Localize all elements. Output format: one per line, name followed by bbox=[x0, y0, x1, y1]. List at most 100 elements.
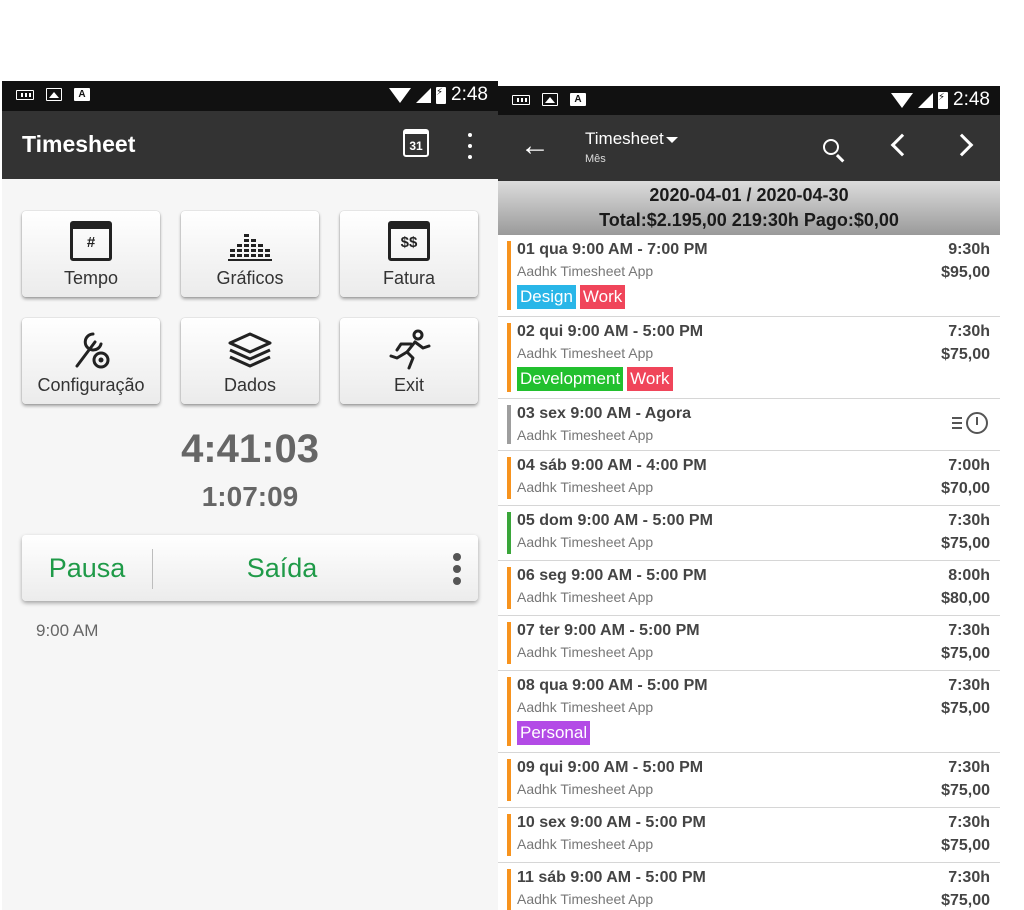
overflow-menu-icon[interactable] bbox=[462, 133, 478, 159]
period-selector[interactable]: Timesheet bbox=[585, 129, 678, 149]
graficos-button[interactable]: Gráficos bbox=[181, 211, 319, 297]
running-stopwatch-icon[interactable] bbox=[952, 410, 990, 436]
entry-row[interactable]: 03 sex 9:00 AM - Agora Aadhk Timesheet Ap… bbox=[498, 399, 1000, 451]
entry-date-time: 07 ter 9:00 AM - 5:00 PM bbox=[517, 622, 700, 639]
app-bar: Timesheet 31 bbox=[2, 111, 498, 179]
punch-action-bar: Pausa Saída bbox=[22, 535, 478, 601]
entry-row[interactable]: 06 seg 9:00 AM - 5:00 PM Aadhk Timesheet … bbox=[498, 561, 1000, 616]
project-color-bar bbox=[507, 567, 511, 609]
status-bar: A 2:48 bbox=[498, 86, 1000, 115]
entry-hours: 9:30h bbox=[948, 241, 990, 258]
wifi-icon bbox=[891, 92, 914, 108]
calendar-icon[interactable]: 31 bbox=[403, 129, 429, 157]
pause-button[interactable]: Pausa bbox=[22, 553, 152, 584]
app-bar: ← Timesheet Mês bbox=[498, 115, 1000, 181]
entry-amount: $95,00 bbox=[941, 264, 990, 281]
elapsed-timer: 4:41:03 bbox=[181, 427, 319, 471]
project-color-bar bbox=[507, 241, 511, 310]
period-label: Mês bbox=[585, 153, 606, 165]
entry-list: 01 qua 9:00 AM - 7:00 PM Aadhk Timesheet … bbox=[498, 235, 1000, 910]
period-summary: 2020-04-01 / 2020-04-30 Total:$2.195,00 … bbox=[498, 181, 1000, 235]
entry-amount: $75,00 bbox=[941, 346, 990, 363]
entry-client: Aadhk Timesheet App bbox=[517, 479, 654, 495]
calendar-grid-icon: # bbox=[70, 221, 112, 261]
entry-row[interactable]: 07 ter 9:00 AM - 5:00 PM Aadhk Timesheet … bbox=[498, 616, 1000, 671]
signal-icon bbox=[918, 92, 934, 108]
exit-button[interactable]: Exit bbox=[340, 318, 478, 404]
totals: Total:$2.195,00 219:30h Pago:$0,00 bbox=[599, 210, 899, 230]
timesheet-list-screen: A 2:48 ← Timesheet Mês 2020-04-01 / 2020… bbox=[498, 86, 1000, 910]
search-icon[interactable] bbox=[823, 139, 839, 155]
entry-client: Aadhk Timesheet App bbox=[517, 263, 654, 279]
tile-label: Tempo bbox=[63, 268, 119, 288]
project-color-bar bbox=[507, 814, 511, 856]
entry-row[interactable]: 09 qui 9:00 AM - 5:00 PM Aadhk Timesheet … bbox=[498, 753, 1000, 808]
entry-row[interactable]: 01 qua 9:00 AM - 7:00 PM Aadhk Timesheet … bbox=[498, 235, 1000, 317]
dados-button[interactable]: Dados bbox=[181, 318, 319, 404]
main-screen: A 2:48 Timesheet 31 # Tempo bbox=[2, 81, 498, 910]
entry-client: Aadhk Timesheet App bbox=[517, 891, 654, 907]
entry-client: Aadhk Timesheet App bbox=[517, 836, 654, 852]
dropdown-caret-icon bbox=[665, 136, 678, 143]
entry-hours: 7:30h bbox=[948, 622, 990, 639]
entry-amount: $70,00 bbox=[941, 480, 990, 497]
entry-date-time: 11 sáb 9:00 AM - 5:00 PM bbox=[517, 869, 706, 886]
entry-row[interactable]: 08 qua 9:00 AM - 5:00 PM Aadhk Timesheet … bbox=[498, 671, 1000, 753]
project-color-bar bbox=[507, 323, 511, 392]
battery-charging-icon bbox=[436, 86, 447, 104]
entry-amount: $75,00 bbox=[941, 645, 990, 662]
chevron-right-icon[interactable] bbox=[950, 133, 974, 157]
back-arrow-icon[interactable]: ← bbox=[520, 129, 550, 163]
tile-label: Fatura bbox=[382, 268, 436, 288]
tag-badge: Personal bbox=[517, 721, 591, 745]
entry-hours: 7:30h bbox=[948, 512, 990, 529]
date-range: 2020-04-01 / 2020-04-30 bbox=[649, 185, 849, 205]
chevron-left-icon[interactable] bbox=[890, 133, 914, 157]
clock-out-button[interactable]: Saída bbox=[153, 553, 411, 584]
tempo-button[interactable]: # Tempo bbox=[22, 211, 160, 297]
signal-icon bbox=[416, 87, 432, 103]
layers-icon bbox=[228, 332, 272, 368]
entry-client: Aadhk Timesheet App bbox=[517, 699, 654, 715]
tag-badge: Work bbox=[579, 285, 626, 309]
entry-row[interactable]: 11 sáb 9:00 AM - 5:00 PM Aadhk Timesheet … bbox=[498, 863, 1000, 910]
keyboard-icon bbox=[16, 89, 34, 100]
app-title: Timesheet bbox=[585, 129, 664, 148]
tag-badge: Work bbox=[627, 367, 673, 391]
entry-date-time: 06 seg 9:00 AM - 5:00 PM bbox=[517, 567, 707, 584]
tile-label: Gráficos bbox=[216, 268, 284, 288]
calendar-dollar-icon: $$ bbox=[388, 221, 430, 261]
entry-row[interactable]: 10 sex 9:00 AM - 5:00 PM Aadhk Timesheet … bbox=[498, 808, 1000, 863]
entry-hours: 7:00h bbox=[948, 457, 990, 474]
entry-date-time: 01 qua 9:00 AM - 7:00 PM bbox=[517, 241, 708, 258]
battery-charging-icon bbox=[938, 91, 949, 109]
fatura-button[interactable]: $$ Fatura bbox=[340, 211, 478, 297]
entry-row[interactable]: 02 qui 9:00 AM - 5:00 PM Aadhk Timesheet … bbox=[498, 317, 1000, 399]
wrench-gear-icon bbox=[75, 332, 110, 369]
app-title: Timesheet bbox=[22, 131, 136, 157]
entry-hours: 7:30h bbox=[948, 759, 990, 776]
entry-hours: 7:30h bbox=[948, 677, 990, 694]
configuracao-button[interactable]: Configuração bbox=[22, 318, 160, 404]
entry-date-time: 03 sex 9:00 AM - Agora bbox=[517, 405, 691, 422]
entry-client: Aadhk Timesheet App bbox=[517, 345, 654, 361]
project-color-bar bbox=[507, 869, 511, 910]
project-color-bar bbox=[507, 405, 511, 444]
entry-client: Aadhk Timesheet App bbox=[517, 644, 654, 660]
entry-client: Aadhk Timesheet App bbox=[517, 427, 654, 443]
tag-list: Personal bbox=[517, 721, 591, 745]
image-icon bbox=[542, 93, 558, 106]
tile-label: Dados bbox=[223, 375, 277, 395]
status-time: 2:48 bbox=[953, 89, 990, 110]
keyboard-icon bbox=[512, 94, 530, 105]
entry-amount: $75,00 bbox=[941, 535, 990, 552]
entry-date-time: 08 qua 9:00 AM - 5:00 PM bbox=[517, 677, 708, 694]
entry-client: Aadhk Timesheet App bbox=[517, 781, 654, 797]
entry-row[interactable]: 05 dom 9:00 AM - 5:00 PM Aadhk Timesheet … bbox=[498, 506, 1000, 561]
entry-date-time: 09 qui 9:00 AM - 5:00 PM bbox=[517, 759, 704, 776]
font-a-icon: A bbox=[570, 93, 586, 106]
entry-amount: $75,00 bbox=[941, 837, 990, 854]
entry-date-time: 02 qui 9:00 AM - 5:00 PM bbox=[517, 323, 704, 340]
entry-row[interactable]: 04 sáb 9:00 AM - 4:00 PM Aadhk Timesheet … bbox=[498, 451, 1000, 506]
action-more-icon[interactable] bbox=[450, 553, 464, 585]
